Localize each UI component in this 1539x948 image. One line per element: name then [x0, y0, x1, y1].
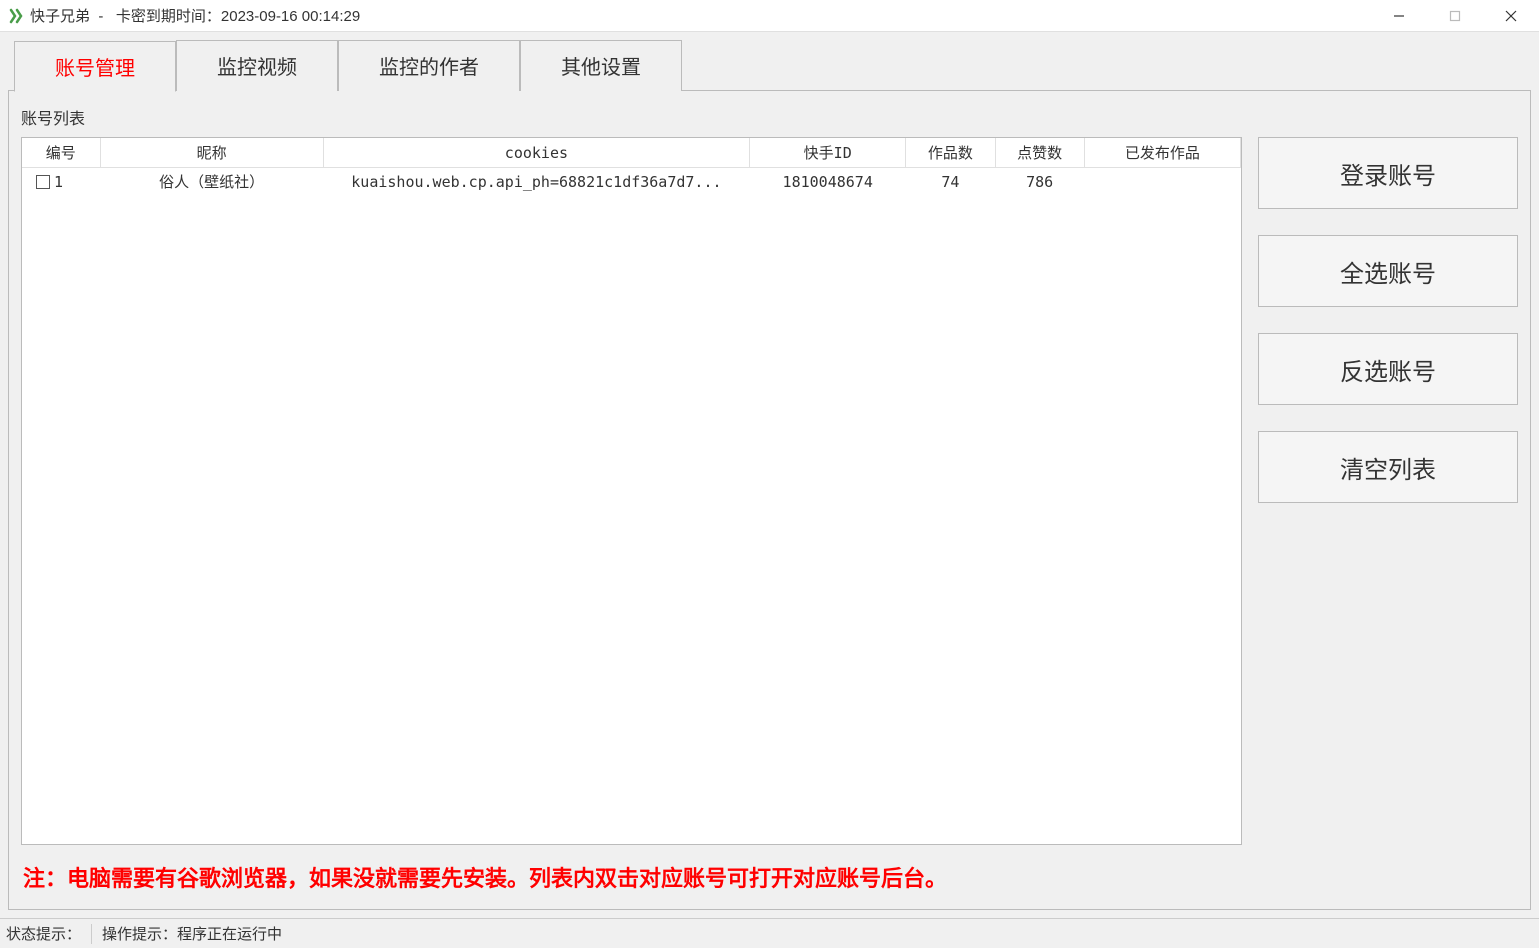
window-controls: [1371, 0, 1539, 32]
th-cookies[interactable]: cookies: [323, 138, 749, 168]
th-id[interactable]: 快手ID: [750, 138, 906, 168]
group-label: 账号列表: [21, 105, 1518, 129]
operation-text: 程序正在运行中: [177, 923, 282, 944]
close-button[interactable]: [1483, 0, 1539, 32]
operation-label: 操作提示：: [102, 923, 177, 944]
status-label: 状态提示：: [6, 923, 81, 944]
clear-list-button[interactable]: 清空列表: [1258, 431, 1518, 503]
statusbar-separator: [91, 924, 92, 944]
cell-works: 74: [906, 168, 995, 196]
tab-other-settings[interactable]: 其他设置: [520, 40, 682, 91]
titlebar-text: 快子兄弟 - 卡密到期时间：2023-09-16 00:14:29: [30, 5, 360, 26]
th-likes[interactable]: 点赞数: [995, 138, 1084, 168]
account-table[interactable]: 编号 昵称 cookies 快手ID 作品数 点赞数 已发布作品: [22, 138, 1241, 195]
table-header-row: 编号 昵称 cookies 快手ID 作品数 点赞数 已发布作品: [22, 138, 1241, 168]
cell-cookies: kuaishou.web.cp.api_ph=68821c1df36a7d7..…: [323, 168, 749, 196]
cell-nick: 俗人（壁纸社）: [100, 168, 323, 196]
tab-account-manage[interactable]: 账号管理: [14, 41, 176, 92]
app-icon: [8, 8, 24, 24]
cell-published: [1084, 168, 1240, 196]
content-area: 账号管理 监控视频 监控的作者 其他设置 账号列表 编号: [0, 32, 1539, 918]
cell-num[interactable]: 1: [22, 168, 100, 196]
invert-selection-button[interactable]: 反选账号: [1258, 333, 1518, 405]
titlebar: 快子兄弟 - 卡密到期时间：2023-09-16 00:14:29: [0, 0, 1539, 32]
maximize-button[interactable]: [1427, 0, 1483, 32]
login-account-button[interactable]: 登录账号: [1258, 137, 1518, 209]
table-row[interactable]: 1 俗人（壁纸社） kuaishou.web.cp.api_ph=68821c1…: [22, 168, 1241, 196]
tab-strip: 账号管理 监控视频 监控的作者 其他设置: [8, 40, 1531, 91]
main-row: 编号 昵称 cookies 快手ID 作品数 点赞数 已发布作品: [21, 137, 1518, 845]
app-window: 快子兄弟 - 卡密到期时间：2023-09-16 00:14:29 账号管理 监…: [0, 0, 1539, 948]
cell-id: 1810048674: [750, 168, 906, 196]
note-text: 注：电脑需要有谷歌浏览器，如果没就需要先安装。列表内双击对应账号可打开对应账号后…: [21, 857, 1518, 897]
row-checkbox[interactable]: [36, 175, 50, 189]
account-table-container: 编号 昵称 cookies 快手ID 作品数 点赞数 已发布作品: [21, 137, 1242, 845]
th-works[interactable]: 作品数: [906, 138, 995, 168]
minimize-button[interactable]: [1371, 0, 1427, 32]
tab-panel: 账号列表 编号 昵称 cookies 快手ID: [8, 90, 1531, 910]
side-buttons: 登录账号 全选账号 反选账号 清空列表: [1258, 137, 1518, 845]
cell-likes: 786: [995, 168, 1084, 196]
th-num[interactable]: 编号: [22, 138, 100, 168]
tab-monitor-video[interactable]: 监控视频: [176, 40, 338, 91]
select-all-button[interactable]: 全选账号: [1258, 235, 1518, 307]
cell-num-text: 1: [54, 173, 63, 191]
th-published[interactable]: 已发布作品: [1084, 138, 1240, 168]
statusbar: 状态提示： 操作提示： 程序正在运行中: [0, 918, 1539, 948]
tab-monitor-author[interactable]: 监控的作者: [338, 40, 520, 91]
th-nick[interactable]: 昵称: [100, 138, 323, 168]
